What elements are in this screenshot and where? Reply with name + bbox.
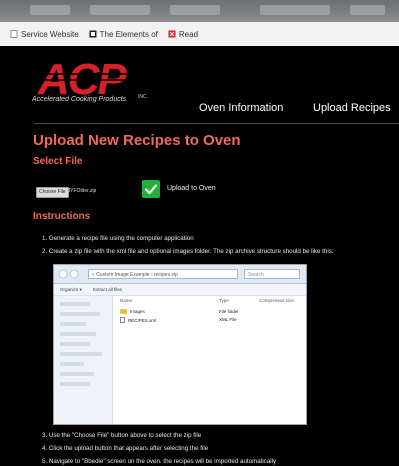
browser-title-bar [0, 0, 399, 22]
explorer-extract: Extract all files [93, 287, 123, 292]
acp-logo[interactable]: ACP [34, 52, 156, 114]
nav-divider [34, 123, 399, 124]
checkmark-icon [144, 184, 158, 195]
bookmarks-bar: Service Website The Elements of Read [0, 22, 399, 47]
column-size: Compressed size [259, 298, 294, 303]
nav-upload-recipes[interactable]: Upload Recipes [313, 102, 391, 114]
selected-file-name: MYFOlder.zip [66, 188, 97, 194]
nav-oven-information[interactable]: Oven Information [199, 102, 283, 114]
explorer-path: « Custom Image Example › recipes.zip [88, 269, 238, 279]
book-icon [89, 30, 97, 38]
folder-icon [120, 309, 127, 314]
svg-text:ACP: ACP [37, 55, 128, 102]
page-title: Upload New Recipes to Oven [33, 132, 241, 149]
explorer-sidebar [54, 296, 113, 424]
explorer-address-bar: « Custom Image Example › recipes.zip Sea… [54, 265, 306, 284]
select-file-heading: Select File [33, 156, 83, 167]
upload-button[interactable] [142, 180, 160, 198]
list-item-type: File folder [219, 309, 239, 314]
instruction-step: 1. Generate a recipe file using the comp… [42, 235, 194, 242]
instructions-heading: Instructions [33, 211, 91, 222]
upload-label: Upload to Oven [167, 185, 216, 192]
bookmark-service-website[interactable]: Service Website [10, 30, 79, 39]
logo-tagline: Accelerated Cooking Products [32, 96, 127, 103]
page-content: ACP INC. Accelerated Cooking Products Ov… [0, 46, 399, 466]
page-icon [10, 30, 18, 38]
bookmark-label: Service Website [21, 29, 79, 39]
bookmark-elements[interactable]: The Elements of [89, 30, 158, 39]
nav-arrows-icon [58, 269, 79, 279]
column-name: Name [120, 298, 133, 303]
instruction-step: 3. Use the "Choose File" button above to… [42, 432, 202, 439]
bookmark-read[interactable]: Read [168, 30, 198, 39]
column-type: Type [219, 298, 229, 303]
bookmark-label: The Elements of [99, 29, 158, 39]
instruction-step: 4. Click the upload button that appears … [42, 445, 209, 452]
instruction-step: 5. Navigate to "Bbedie" screen on the ov… [42, 458, 277, 465]
list-item: Images [120, 309, 145, 314]
explorer-search: Search [244, 269, 300, 279]
bookmark-icon [168, 30, 176, 38]
list-item: RECIPES.xml [120, 317, 156, 323]
bookmark-label: Read [178, 29, 199, 39]
file-icon [120, 317, 125, 323]
list-item-type: XML File [219, 317, 237, 322]
choose-file-button[interactable]: Choose File [36, 187, 69, 198]
logo-inc: INC. [138, 94, 148, 100]
instruction-step: 2. Create a zip file with the xml file a… [42, 248, 334, 255]
explorer-toolbar: Organize ▾ Extract all files [54, 284, 306, 296]
zip-structure-screenshot: « Custom Image Example › recipes.zip Sea… [53, 264, 307, 425]
explorer-organize: Organize ▾ [60, 287, 82, 292]
